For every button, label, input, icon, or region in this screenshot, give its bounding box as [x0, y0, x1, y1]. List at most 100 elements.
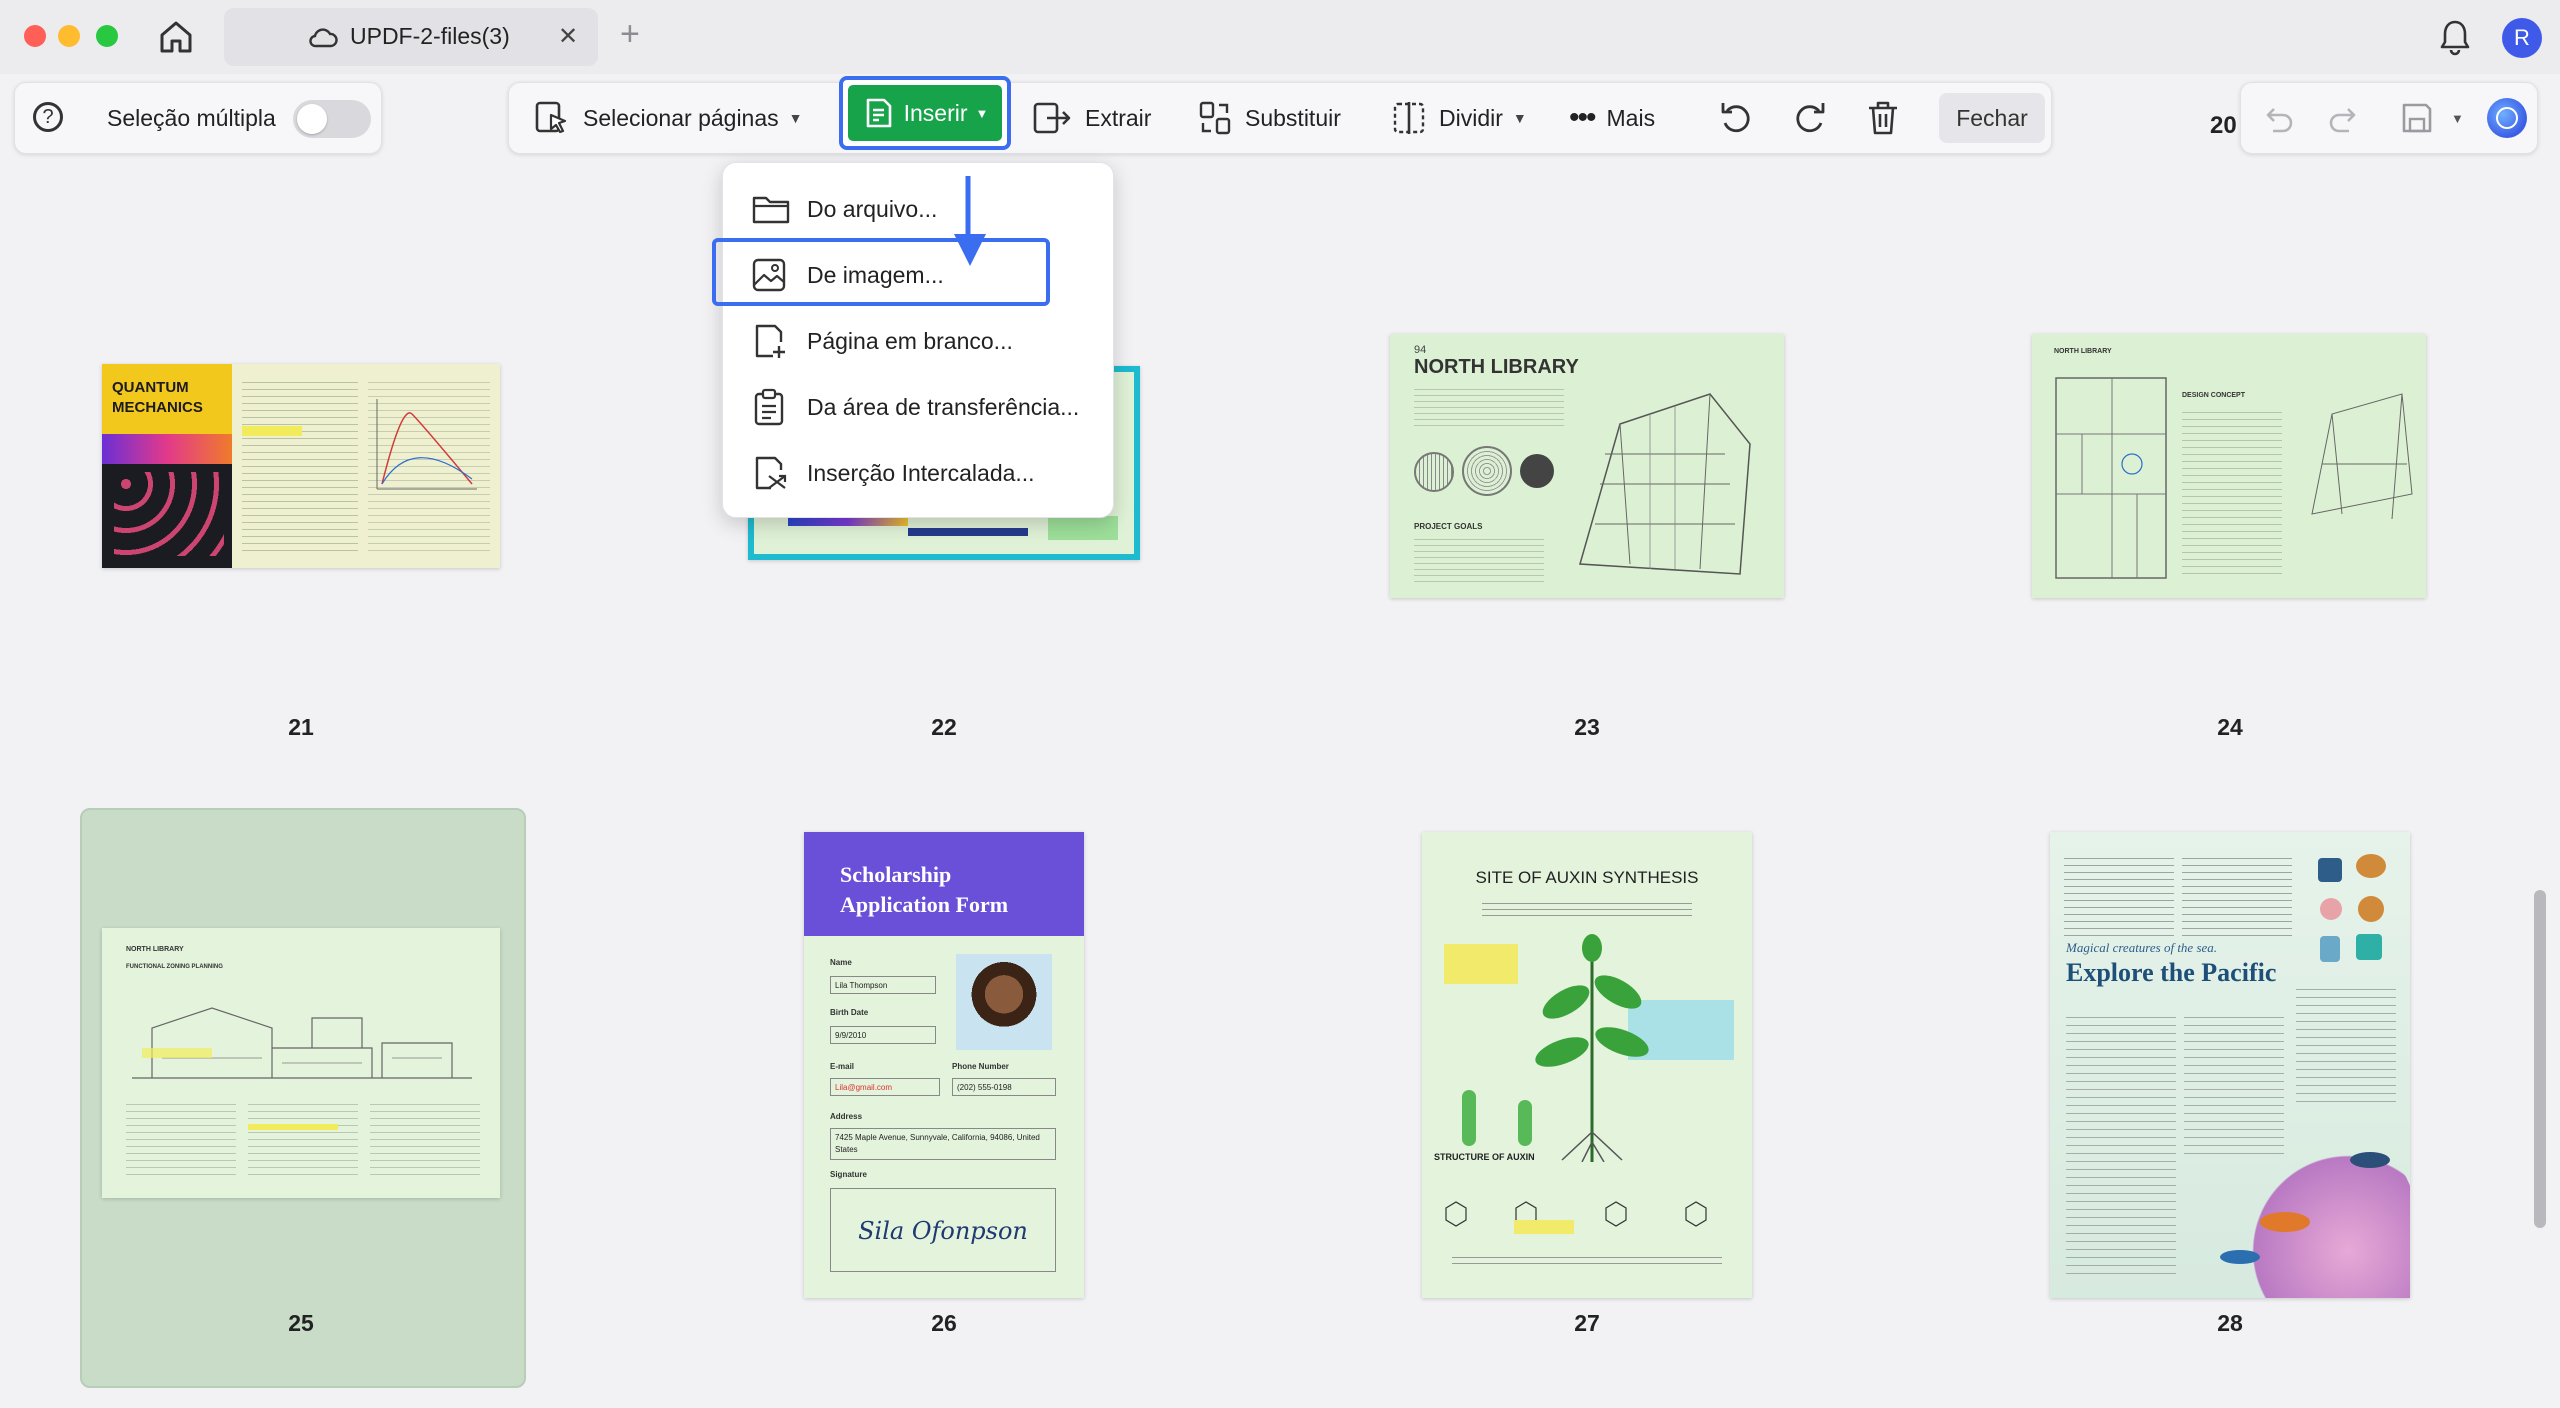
page-thumbnail-21[interactable]: QUANTUM MECHANICS — [102, 364, 500, 568]
page-toolbar: Selecionar páginas ▼ Inserir ▼ Extrair S… — [508, 76, 2052, 154]
thumb-title: QUANTUM MECHANICS — [112, 379, 203, 416]
thumb-section: STRUCTURE OF AUXIN — [1434, 1152, 1535, 1162]
menu-item-interleave[interactable]: Inserção Intercalada... — [723, 443, 1113, 503]
menu-item-label: Do arquivo... — [807, 195, 938, 222]
redo-icon[interactable] — [2327, 101, 2361, 135]
clipboard-icon — [754, 388, 784, 426]
document-tab[interactable]: UPDF-2-files(3) ✕ — [224, 8, 598, 66]
page-thumbnail-23[interactable]: 94 NORTH LIBRARY PROJECT GOALS — [1390, 334, 1784, 598]
page-number-26: 26 — [931, 1310, 957, 1336]
close-tab-icon[interactable]: ✕ — [558, 25, 578, 49]
scrollbar[interactable] — [2534, 890, 2546, 1228]
undo-icon[interactable] — [2261, 101, 2295, 135]
field-value: 9/9/2010 — [830, 1026, 936, 1044]
rotate-left-button[interactable] — [1717, 83, 1755, 153]
ai-assistant-icon[interactable] — [2487, 98, 2527, 138]
menu-item-label: Inserção Intercalada... — [807, 459, 1035, 486]
blank-page-icon — [755, 324, 785, 358]
field-label: Signature — [830, 1170, 867, 1179]
rotate-right-button[interactable] — [1791, 83, 1829, 153]
new-tab-icon[interactable]: + — [620, 16, 640, 52]
field-label: Phone Number — [952, 1062, 1009, 1071]
split-label: Dividir — [1439, 104, 1503, 131]
chevron-down-icon: ▼ — [975, 105, 989, 121]
rotate-right-icon — [1796, 103, 1825, 133]
thumb-subtitle: FUNCTIONAL ZONING PLANNING — [126, 964, 223, 970]
rotate-left-icon — [1721, 103, 1750, 133]
avatar[interactable]: R — [2502, 18, 2542, 58]
trash-icon — [1869, 101, 1897, 135]
home-icon[interactable] — [156, 17, 196, 57]
field-value: (202) 555-0198 — [952, 1078, 1056, 1096]
multi-select-toggle[interactable] — [293, 100, 371, 138]
thumb-title: Explore the Pacific — [2066, 958, 2277, 987]
page-number-28: 28 — [2217, 1310, 2243, 1336]
thumb-section: DESIGN CONCEPT — [2182, 392, 2246, 399]
page-thumbnail-28[interactable]: Magical creatures of the sea. Explore th… — [2050, 832, 2410, 1298]
split-button[interactable]: Dividir ▼ — [1391, 83, 1527, 153]
page-number-21: 21 — [288, 714, 314, 740]
menu-item-blank-page[interactable]: Página em branco... — [723, 311, 1113, 371]
help-icon[interactable]: ? — [33, 102, 63, 132]
field-label: Address — [830, 1112, 863, 1121]
zoom-window-button[interactable] — [96, 25, 118, 47]
save-icon[interactable] — [2399, 100, 2435, 136]
select-pages-button[interactable]: Selecionar páginas ▼ — [533, 83, 803, 153]
replace-button[interactable]: Substituir — [1197, 83, 1341, 153]
toggle-knob — [297, 104, 327, 134]
insert-button[interactable]: Inserir ▼ — [839, 76, 1011, 150]
extract-button[interactable]: Extrair — [1031, 83, 1151, 153]
page-number-23: 23 — [1574, 714, 1600, 740]
split-icon — [1393, 102, 1425, 134]
thumb-title: Scholarship Application Form — [840, 862, 1009, 917]
cloud-icon — [309, 28, 338, 48]
page-thumbnail-25[interactable]: NORTH LIBRARY FUNCTIONAL ZONING PLANNING — [102, 928, 500, 1198]
thumb-section: PROJECT GOALS — [1414, 522, 1483, 531]
highlight-from-image — [712, 238, 1050, 306]
chevron-down-icon: ▼ — [1512, 110, 1527, 126]
page-number-25: 25 — [288, 1310, 314, 1336]
thumb-title: SITE OF AUXIN SYNTHESIS — [1475, 868, 1699, 887]
close-window-button[interactable] — [24, 25, 46, 47]
insert-menu: Do arquivo... De imagem... Página em bra… — [722, 162, 1114, 518]
thumb-subtitle: Magical creatures of the sea. — [2066, 940, 2218, 955]
signature-value: Sila Ofonpson — [830, 1188, 1056, 1272]
replace-label: Substituir — [1245, 104, 1341, 131]
title-bar: UPDF-2-files(3) ✕ + R — [0, 0, 2560, 74]
thumb-title: NORTH LIBRARY — [126, 946, 184, 953]
menu-item-label: Da área de transferência... — [807, 393, 1080, 420]
chevron-down-icon: ▼ — [788, 110, 803, 126]
bell-icon[interactable] — [2438, 18, 2472, 56]
more-button[interactable]: ••• Mais — [1569, 83, 1655, 153]
replace-icon — [1199, 101, 1231, 135]
page-thumbnail-24[interactable]: NORTH LIBRARY DESIGN CONCEPT — [2032, 334, 2426, 598]
extract-label: Extrair — [1085, 104, 1152, 131]
select-pages-icon — [535, 101, 567, 134]
applicant-photo — [956, 954, 1052, 1050]
menu-item-from-clipboard[interactable]: Da área de transferência... — [723, 377, 1113, 437]
minimize-window-button[interactable] — [58, 25, 80, 47]
menu-item-from-file[interactable]: Do arquivo... — [723, 179, 1113, 239]
delete-button[interactable] — [1865, 83, 1901, 153]
page-number-22: 22 — [931, 714, 957, 740]
field-value: Lila@gmail.com — [830, 1078, 940, 1096]
insert-label: Inserir — [903, 99, 968, 126]
thumb-title: NORTH LIBRARY — [2054, 348, 2112, 355]
field-label: Name — [830, 958, 852, 967]
folder-icon — [752, 196, 790, 224]
more-label: Mais — [1606, 104, 1656, 131]
page-thumbnail-27[interactable]: SITE OF AUXIN SYNTHESIS STRUCTURE OF AUX… — [1422, 832, 1752, 1298]
tab-title: UPDF-2-files(3) — [350, 23, 510, 49]
menu-item-label: Página em branco... — [807, 327, 1013, 354]
interleave-icon — [755, 456, 787, 490]
page-number-27: 27 — [1574, 1310, 1600, 1336]
history-bar: ▼ — [2240, 82, 2538, 154]
multi-select-bar: ? Seleção múltipla — [14, 82, 382, 154]
close-organize-button[interactable]: Fechar — [1939, 93, 2045, 143]
chevron-down-icon[interactable]: ▼ — [2451, 111, 2464, 126]
page-thumbnail-26[interactable]: Scholarship Application Form Name Lila T… — [804, 832, 1084, 1298]
field-value: 7425 Maple Avenue, Sunnyvale, California… — [830, 1128, 1056, 1160]
page-number-24: 24 — [2217, 714, 2243, 740]
more-dots-icon: ••• — [1569, 101, 1596, 134]
multi-select-label: Seleção múltipla — [107, 105, 276, 131]
